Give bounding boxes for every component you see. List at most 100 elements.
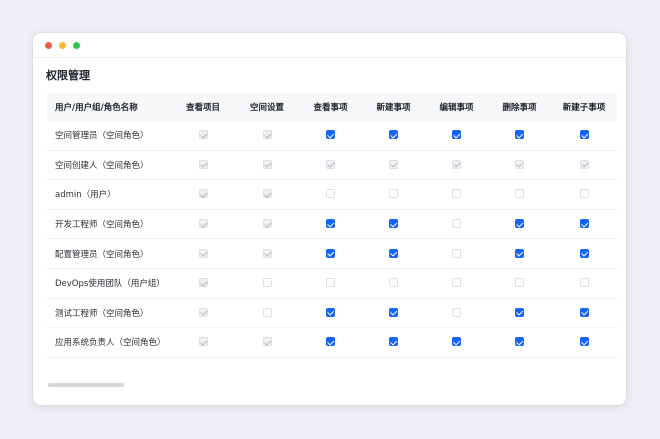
permission-cell: [362, 238, 425, 269]
permission-cell: [488, 121, 551, 151]
view-item-checkbox[interactable]: [326, 219, 335, 229]
role-name-cell: 空间管理员（空间角色）: [47, 121, 171, 151]
create-item-checkbox[interactable]: [389, 307, 398, 317]
permission-cell: [235, 179, 299, 210]
horizontal-scrollbar[interactable]: [48, 383, 124, 387]
space-settings-checkbox[interactable]: [262, 278, 272, 288]
permission-cell: [488, 327, 551, 358]
edit-item-checkbox[interactable]: [452, 219, 461, 229]
permission-cell: [171, 327, 235, 358]
column-header-view-project: 查看项目: [171, 93, 235, 121]
create-subitem-checkbox[interactable]: [579, 307, 589, 317]
create-subitem-checkbox[interactable]: [579, 337, 589, 347]
create-subitem-checkbox[interactable]: [579, 278, 589, 288]
create-item-checkbox[interactable]: [389, 189, 398, 199]
title-bar: [33, 33, 626, 58]
view-item-checkbox[interactable]: [326, 130, 335, 140]
permission-cell: [362, 268, 425, 299]
column-header-edit-item: 编辑事项: [425, 93, 488, 121]
create-subitem-checkbox[interactable]: [579, 189, 589, 199]
permission-cell: [488, 268, 551, 299]
permission-cell: [171, 121, 235, 151]
permission-cell: [551, 238, 617, 269]
space-settings-checkbox: [262, 219, 272, 229]
table-row: 空间创建人（空间角色）: [47, 150, 617, 181]
maximize-window-button[interactable]: [73, 41, 80, 49]
role-name-cell: 配置管理员（空间角色）: [47, 238, 171, 269]
create-item-checkbox[interactable]: [389, 219, 398, 229]
permission-cell: [299, 327, 362, 358]
permission-cell: [425, 298, 488, 329]
permission-cell: [362, 327, 425, 358]
create-subitem-checkbox[interactable]: [579, 130, 589, 140]
minimize-window-button[interactable]: [59, 41, 66, 49]
delete-item-checkbox[interactable]: [515, 337, 524, 347]
permission-cell: [425, 179, 488, 210]
permission-cell: [235, 209, 299, 240]
space-settings-checkbox: [262, 337, 272, 347]
create-item-checkbox[interactable]: [389, 337, 398, 347]
view-project-checkbox: [198, 189, 208, 199]
delete-item-checkbox[interactable]: [515, 278, 524, 288]
role-name-cell: 测试工程师（空间角色）: [47, 298, 171, 329]
create-item-checkbox: [389, 159, 398, 169]
delete-item-checkbox[interactable]: [515, 219, 524, 229]
space-settings-checkbox: [262, 159, 272, 169]
table-row: 开发工程师（空间角色）: [47, 209, 617, 240]
table-row: 空间管理员（空间角色）: [47, 121, 617, 151]
permission-cell: [425, 268, 488, 299]
permission-cell: [425, 150, 488, 181]
view-item-checkbox[interactable]: [326, 278, 335, 288]
create-subitem-checkbox[interactable]: [579, 219, 589, 229]
edit-item-checkbox[interactable]: [452, 248, 461, 258]
edit-item-checkbox: [452, 159, 461, 169]
role-name-cell: 空间创建人（空间角色）: [47, 150, 171, 181]
permission-cell: [551, 121, 617, 151]
delete-item-checkbox[interactable]: [515, 307, 524, 317]
column-header-space-settings: 空间设置: [235, 93, 299, 121]
delete-item-checkbox: [515, 159, 524, 169]
table-row: 配置管理员（空间角色）: [47, 238, 617, 269]
permission-cell: [362, 298, 425, 329]
edit-item-checkbox[interactable]: [452, 278, 461, 288]
permission-cell: [425, 209, 488, 240]
view-item-checkbox[interactable]: [326, 248, 335, 258]
permission-cell: [235, 238, 299, 269]
delete-item-checkbox[interactable]: [515, 248, 524, 258]
space-settings-checkbox: [262, 130, 272, 140]
view-project-checkbox: [198, 307, 208, 317]
create-item-checkbox[interactable]: [389, 278, 398, 288]
permission-cell: [362, 121, 425, 151]
create-item-checkbox[interactable]: [389, 248, 398, 258]
permission-cell: [551, 209, 617, 240]
permission-cell: [171, 150, 235, 181]
delete-item-checkbox[interactable]: [515, 130, 524, 140]
edit-item-checkbox[interactable]: [452, 307, 461, 317]
permission-cell: [551, 298, 617, 329]
permission-cell: [299, 121, 362, 151]
edit-item-checkbox[interactable]: [452, 337, 461, 347]
space-settings-checkbox[interactable]: [262, 307, 272, 317]
view-project-checkbox: [198, 278, 208, 288]
view-item-checkbox[interactable]: [326, 307, 335, 317]
permission-cell: [551, 268, 617, 299]
space-settings-checkbox: [262, 189, 272, 199]
edit-item-checkbox[interactable]: [452, 189, 461, 199]
permission-cell: [488, 209, 551, 240]
edit-item-checkbox[interactable]: [452, 130, 461, 140]
view-item-checkbox[interactable]: [326, 337, 335, 347]
permission-cell: [171, 209, 235, 240]
space-settings-checkbox: [262, 248, 272, 258]
create-subitem-checkbox[interactable]: [579, 248, 589, 258]
close-window-button[interactable]: [45, 41, 52, 49]
permission-cell: [299, 150, 362, 181]
permissions-table-container: 用户/用户组/角色名称 查看项目 空间设置 查看事项 新建事项 编辑事项 删除事…: [47, 93, 617, 383]
permission-cell: [362, 209, 425, 240]
create-item-checkbox[interactable]: [389, 130, 398, 140]
create-subitem-checkbox: [579, 159, 589, 169]
view-item-checkbox[interactable]: [326, 189, 335, 199]
permission-cell: [299, 238, 362, 269]
view-project-checkbox: [198, 159, 208, 169]
permission-cell: [299, 268, 362, 299]
delete-item-checkbox[interactable]: [515, 189, 524, 199]
